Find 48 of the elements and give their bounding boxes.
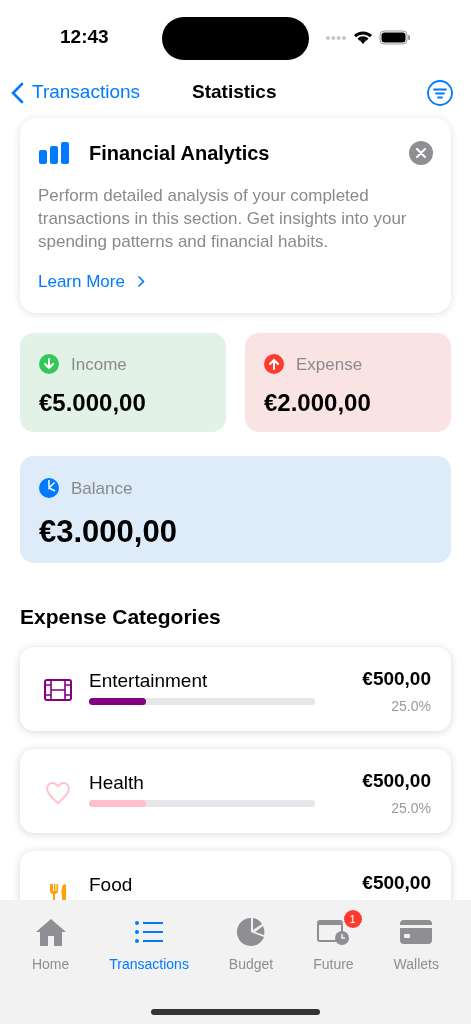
bar-chart-icon [38, 141, 71, 165]
info-title: Financial Analytics [89, 141, 270, 166]
summary-label: Balance [71, 477, 133, 500]
tab-item[interactable]: Budget [220, 910, 282, 975]
info-description: Perform detailed analysis of your completed transactions in this section. Get insights into your spending patterns and financial habits. [38, 185, 408, 253]
category-card[interactable]: Health €500,00 25.0% [20, 749, 451, 833]
filter-button[interactable] [427, 79, 453, 106]
category-name: Food [89, 873, 133, 897]
status-time: 12:43 [60, 25, 109, 50]
tab-badge: 1 [343, 910, 362, 928]
wifi-icon [353, 30, 373, 45]
category-card[interactable]: Entertainment €500,00 25.0% [20, 647, 451, 731]
calendar-clock-icon [316, 918, 351, 946]
category-name: Health [89, 771, 145, 795]
category-amount: €500,00 [362, 871, 431, 895]
section-heading: Expense Categories [20, 603, 222, 630]
credit-card-icon [399, 919, 434, 945]
chevron-right-icon [136, 275, 145, 289]
pie-chart-icon [236, 917, 267, 947]
summary-amount: €3.000,00 [39, 513, 178, 551]
summary-amount: €2.000,00 [264, 388, 372, 418]
category-percent: 25.0% [391, 798, 431, 818]
category-amount: €500,00 [362, 667, 431, 691]
category-percent: 25.0% [391, 696, 431, 716]
fork-knife-icon [47, 883, 69, 900]
tab-item[interactable]: Transactions [101, 910, 197, 975]
category-card[interactable]: Food €500,00 [20, 851, 451, 900]
back-button[interactable]: Transactions [10, 78, 141, 107]
summary-label: Expense [296, 353, 363, 376]
filter-icon [427, 79, 453, 106]
film-icon [44, 679, 72, 701]
category-name: Entertainment [89, 669, 209, 693]
summary-amount: €5.000,00 [39, 388, 147, 418]
pie-chart-icon [39, 478, 59, 499]
list-icon [134, 920, 165, 944]
nav-title: Statistics [192, 80, 277, 105]
battery-icon [379, 30, 411, 45]
tab-item[interactable]: Wallets [385, 910, 447, 975]
tab-item[interactable]: Future 1 [305, 910, 362, 975]
signal-icon [325, 34, 347, 41]
chevron-left-icon [10, 81, 24, 104]
learn-more-link[interactable]: Learn More [38, 269, 145, 295]
close-button[interactable] [409, 141, 433, 165]
heart-icon [45, 781, 71, 805]
close-icon [416, 148, 426, 158]
summary-label: Income [71, 353, 127, 376]
tab-item[interactable]: Home [23, 910, 78, 975]
category-amount: €500,00 [362, 769, 431, 793]
